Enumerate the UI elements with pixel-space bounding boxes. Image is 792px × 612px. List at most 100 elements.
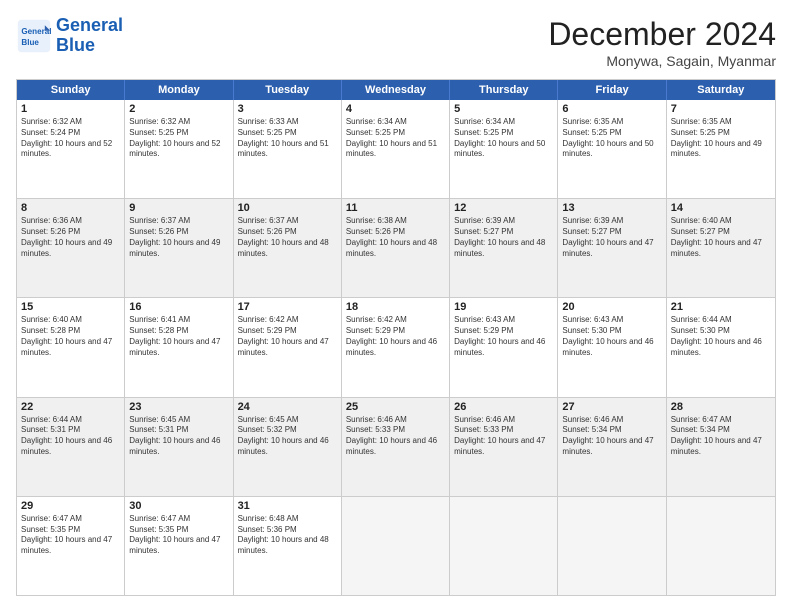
cell-info: Sunrise: 6:43 AM Sunset: 5:30 PM Dayligh… (562, 315, 661, 358)
cell-info: Sunrise: 6:46 AM Sunset: 5:34 PM Dayligh… (562, 415, 661, 458)
cell-info: Sunrise: 6:39 AM Sunset: 5:27 PM Dayligh… (562, 216, 661, 259)
day-number: 23 (129, 401, 228, 413)
cell-info: Sunrise: 6:47 AM Sunset: 5:35 PM Dayligh… (129, 514, 228, 557)
day-number: 31 (238, 500, 337, 512)
day-number: 21 (671, 301, 771, 313)
day-number: 29 (21, 500, 120, 512)
cell-info: Sunrise: 6:42 AM Sunset: 5:29 PM Dayligh… (346, 315, 445, 358)
cell-info: Sunrise: 6:38 AM Sunset: 5:26 PM Dayligh… (346, 216, 445, 259)
day-number: 4 (346, 103, 445, 115)
cell-info: Sunrise: 6:32 AM Sunset: 5:24 PM Dayligh… (21, 117, 120, 160)
cell-info: Sunrise: 6:33 AM Sunset: 5:25 PM Dayligh… (238, 117, 337, 160)
day-cell-23: 23 Sunrise: 6:45 AM Sunset: 5:31 PM Dayli… (125, 398, 233, 496)
header: General Blue General Blue December 2024 … (16, 16, 776, 69)
day-cell-1: 1 Sunrise: 6:32 AM Sunset: 5:24 PM Daylig… (17, 100, 125, 198)
day-number: 7 (671, 103, 771, 115)
day-number: 16 (129, 301, 228, 313)
day-number: 6 (562, 103, 661, 115)
logo-icon: General Blue (16, 18, 52, 54)
cell-info: Sunrise: 6:39 AM Sunset: 5:27 PM Dayligh… (454, 216, 553, 259)
day-cell-15: 15Sunrise: 6:40 AM Sunset: 5:28 PM Dayli… (17, 298, 125, 396)
calendar-row-1: 1 Sunrise: 6:32 AM Sunset: 5:24 PM Daylig… (17, 100, 775, 199)
day-cell-24: 24Sunrise: 6:45 AM Sunset: 5:32 PM Dayli… (234, 398, 342, 496)
day-cell-4: 4 Sunrise: 6:34 AM Sunset: 5:25 PM Daylig… (342, 100, 450, 198)
day-number: 2 (129, 103, 228, 115)
cell-info: Sunrise: 6:44 AM Sunset: 5:30 PM Dayligh… (671, 315, 771, 358)
day-cell-17: 17Sunrise: 6:42 AM Sunset: 5:29 PM Dayli… (234, 298, 342, 396)
day-number: 5 (454, 103, 553, 115)
calendar-row-3: 15Sunrise: 6:40 AM Sunset: 5:28 PM Dayli… (17, 298, 775, 397)
day-number: 10 (238, 202, 337, 214)
calendar-body: 1 Sunrise: 6:32 AM Sunset: 5:24 PM Daylig… (17, 100, 775, 595)
day-number: 28 (671, 401, 771, 413)
month-title: December 2024 (548, 16, 776, 53)
day-cell-8: 8 Sunrise: 6:36 AM Sunset: 5:26 PM Daylig… (17, 199, 125, 297)
weekday-header-wednesday: Wednesday (342, 80, 450, 100)
cell-info: Sunrise: 6:45 AM Sunset: 5:31 PM Dayligh… (129, 415, 228, 458)
day-number: 8 (21, 202, 120, 214)
day-number: 18 (346, 301, 445, 313)
day-number: 15 (21, 301, 120, 313)
day-number: 12 (454, 202, 553, 214)
day-cell-30: 30 Sunrise: 6:47 AM Sunset: 5:35 PM Dayli… (125, 497, 233, 595)
day-cell-3: 3Sunrise: 6:33 AM Sunset: 5:25 PM Daylig… (234, 100, 342, 198)
day-cell-31: 31Sunrise: 6:48 AM Sunset: 5:36 PM Dayli… (234, 497, 342, 595)
logo-line2: Blue (56, 36, 123, 56)
cell-info: Sunrise: 6:36 AM Sunset: 5:26 PM Dayligh… (21, 216, 120, 259)
day-cell-25: 25 Sunrise: 6:46 AM Sunset: 5:33 PM Dayli… (342, 398, 450, 496)
day-number: 25 (346, 401, 445, 413)
cell-info: Sunrise: 6:43 AM Sunset: 5:29 PM Dayligh… (454, 315, 553, 358)
weekday-header-friday: Friday (558, 80, 666, 100)
weekday-header-thursday: Thursday (450, 80, 558, 100)
cell-info: Sunrise: 6:46 AM Sunset: 5:33 PM Dayligh… (346, 415, 445, 458)
cell-info: Sunrise: 6:37 AM Sunset: 5:26 PM Dayligh… (238, 216, 337, 259)
day-number: 30 (129, 500, 228, 512)
day-cell-18: 18 Sunrise: 6:42 AM Sunset: 5:29 PM Dayli… (342, 298, 450, 396)
day-cell-7: 7 Sunrise: 6:35 AM Sunset: 5:25 PM Daylig… (667, 100, 775, 198)
cell-info: Sunrise: 6:47 AM Sunset: 5:35 PM Dayligh… (21, 514, 120, 557)
day-cell-22: 22Sunrise: 6:44 AM Sunset: 5:31 PM Dayli… (17, 398, 125, 496)
day-cell-12: 12 Sunrise: 6:39 AM Sunset: 5:27 PM Dayli… (450, 199, 558, 297)
day-cell-5: 5 Sunrise: 6:34 AM Sunset: 5:25 PM Daylig… (450, 100, 558, 198)
logo-text: General Blue (56, 16, 123, 56)
day-cell-27: 27 Sunrise: 6:46 AM Sunset: 5:34 PM Dayli… (558, 398, 666, 496)
calendar: SundayMondayTuesdayWednesdayThursdayFrid… (16, 79, 776, 596)
cell-info: Sunrise: 6:35 AM Sunset: 5:25 PM Dayligh… (562, 117, 661, 160)
day-cell-13: 13 Sunrise: 6:39 AM Sunset: 5:27 PM Dayli… (558, 199, 666, 297)
cell-info: Sunrise: 6:45 AM Sunset: 5:32 PM Dayligh… (238, 415, 337, 458)
empty-cell (558, 497, 666, 595)
day-number: 1 (21, 103, 120, 115)
cell-info: Sunrise: 6:34 AM Sunset: 5:25 PM Dayligh… (454, 117, 553, 160)
day-number: 27 (562, 401, 661, 413)
day-number: 11 (346, 202, 445, 214)
day-cell-2: 2Sunrise: 6:32 AM Sunset: 5:25 PM Daylig… (125, 100, 233, 198)
day-cell-29: 29 Sunrise: 6:47 AM Sunset: 5:35 PM Dayli… (17, 497, 125, 595)
cell-info: Sunrise: 6:42 AM Sunset: 5:29 PM Dayligh… (238, 315, 337, 358)
cell-info: Sunrise: 6:35 AM Sunset: 5:25 PM Dayligh… (671, 117, 771, 160)
cell-info: Sunrise: 6:40 AM Sunset: 5:27 PM Dayligh… (671, 216, 771, 259)
day-cell-19: 19 Sunrise: 6:43 AM Sunset: 5:29 PM Dayli… (450, 298, 558, 396)
empty-cell (342, 497, 450, 595)
weekday-header-monday: Monday (125, 80, 233, 100)
calendar-row-2: 8 Sunrise: 6:36 AM Sunset: 5:26 PM Daylig… (17, 199, 775, 298)
logo: General Blue General Blue (16, 16, 123, 56)
weekday-header-saturday: Saturday (667, 80, 775, 100)
day-cell-14: 14 Sunrise: 6:40 AM Sunset: 5:27 PM Dayli… (667, 199, 775, 297)
day-number: 13 (562, 202, 661, 214)
cell-info: Sunrise: 6:37 AM Sunset: 5:26 PM Dayligh… (129, 216, 228, 259)
day-number: 26 (454, 401, 553, 413)
location: Monywa, Sagain, Myanmar (548, 53, 776, 69)
day-cell-9: 9Sunrise: 6:37 AM Sunset: 5:26 PM Daylig… (125, 199, 233, 297)
day-cell-10: 10 Sunrise: 6:37 AM Sunset: 5:26 PM Dayli… (234, 199, 342, 297)
day-cell-6: 6 Sunrise: 6:35 AM Sunset: 5:25 PM Daylig… (558, 100, 666, 198)
day-number: 20 (562, 301, 661, 313)
day-number: 19 (454, 301, 553, 313)
day-number: 14 (671, 202, 771, 214)
cell-info: Sunrise: 6:46 AM Sunset: 5:33 PM Dayligh… (454, 415, 553, 458)
title-block: December 2024 Monywa, Sagain, Myanmar (548, 16, 776, 69)
calendar-row-4: 22Sunrise: 6:44 AM Sunset: 5:31 PM Dayli… (17, 398, 775, 497)
logo-line1: General (56, 16, 123, 36)
empty-cell (667, 497, 775, 595)
day-cell-26: 26 Sunrise: 6:46 AM Sunset: 5:33 PM Dayli… (450, 398, 558, 496)
cell-info: Sunrise: 6:34 AM Sunset: 5:25 PM Dayligh… (346, 117, 445, 160)
